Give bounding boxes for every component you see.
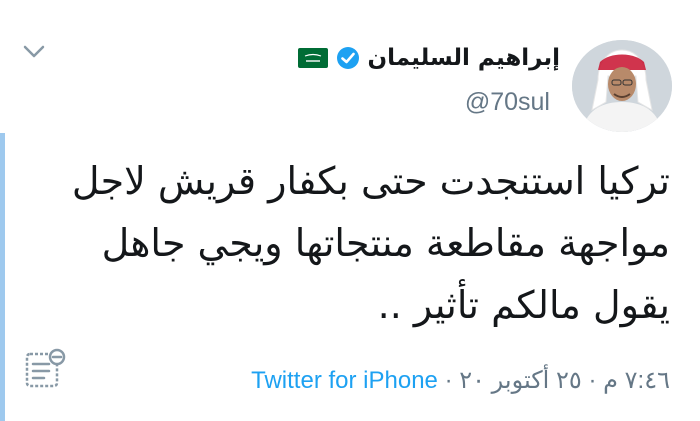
tweet-timestamp[interactable]: ٧:٤٦ م · ٢٥ أكتوبر ٢٠ <box>459 367 670 394</box>
saudi-arabia-flag-icon <box>297 48 328 68</box>
author-name: إبراهيم السليمان <box>367 45 560 71</box>
tweet-text: تركيا استنجدت حتى بكفار قريش لاجل مواجهة… <box>20 150 670 336</box>
analytics-icon[interactable] <box>24 348 68 390</box>
tweet-source-link[interactable]: Twitter for iPhone <box>251 367 438 394</box>
avatar[interactable] <box>572 40 672 132</box>
chevron-down-icon[interactable] <box>22 44 46 60</box>
meta-separator: · <box>444 367 453 394</box>
author-name-row[interactable]: إبراهيم السليمان <box>297 38 560 78</box>
tweet-line: تركيا استنجدت حتى بكفار قريش لاجل <box>71 159 670 203</box>
tweet-line: مواجهة مقاطعة منتجاتها ويجي جاهل <box>101 221 670 265</box>
thread-line <box>0 133 5 421</box>
tweet-meta: Twitter for iPhone · ٧:٤٦ م · ٢٥ أكتوبر … <box>251 366 670 395</box>
avatar-image <box>572 40 672 132</box>
verified-badge-icon <box>336 47 359 69</box>
tweet-line: يقول مالكم تأثير .. <box>377 283 670 327</box>
author-handle[interactable]: @70sul <box>465 88 550 117</box>
